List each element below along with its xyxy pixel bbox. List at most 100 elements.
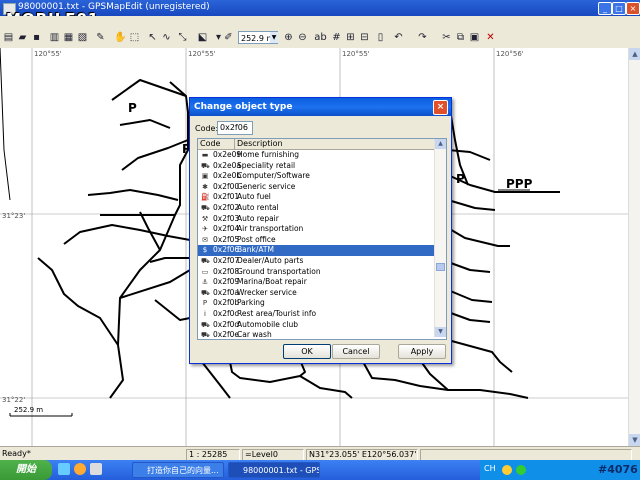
list-scroll-down-icon[interactable]: ▼ (435, 327, 446, 337)
list-item-description: Auto fuel (237, 192, 271, 202)
taskbar-item-browser[interactable]: 打造你自己的向量... (132, 462, 224, 478)
list-item-description: Auto rental (237, 202, 279, 212)
hand-icon[interactable]: ✋ (114, 31, 127, 44)
list-item[interactable]: ▬ 0x2e09 Home furnishing (198, 150, 434, 161)
list-item-code: 0x2f0b (213, 298, 240, 308)
start-button[interactable]: 開始 (0, 460, 52, 480)
scroll-down-icon[interactable]: ▼ (629, 434, 640, 446)
labels-icon[interactable]: ab (314, 31, 327, 44)
cancel-button[interactable]: Cancel (332, 344, 380, 359)
list-item-description: Dealer/Auto parts (237, 255, 304, 265)
cut-icon[interactable]: ✂ (440, 31, 453, 44)
zoom-in-icon[interactable]: ⊕ (282, 31, 295, 44)
node-icon[interactable]: ⤡ (176, 31, 189, 44)
maximize-button[interactable]: □ (612, 2, 626, 15)
pen-icon[interactable]: ✐ (222, 31, 235, 44)
quicklaunch-desktop-icon[interactable] (58, 463, 70, 475)
list-item-code: 0x2f01 (213, 192, 240, 202)
chevron-down-icon[interactable]: ▼ (270, 32, 278, 43)
list-scrollbar[interactable]: ▲ ▼ (434, 139, 446, 337)
quicklaunch-browser-icon[interactable] (74, 463, 86, 475)
zoom-rect-icon[interactable]: ⬚ (128, 31, 141, 44)
transform-icon[interactable]: ⬕ (196, 31, 209, 44)
mail-icon: ✉ (202, 235, 208, 244)
scale-bar: 252.9 m (9, 406, 73, 417)
list-item[interactable]: P 0x2f0b Parking (198, 298, 434, 309)
list-item[interactable]: ▭ 0x2f08 Ground transportation (198, 267, 434, 278)
clip-icon[interactable]: ▯ (374, 31, 387, 44)
list-item[interactable]: ✉ 0x2f05 Post office (198, 235, 434, 246)
grid2-icon[interactable]: ⊞ (344, 31, 357, 44)
boat-icon: ⚓ (201, 278, 209, 287)
list-item[interactable]: i 0x2f0c Rest area/Tourist info (198, 309, 434, 320)
undo-icon[interactable]: ↶ (392, 31, 405, 44)
map-vertical-scrollbar[interactable]: ▲ ▼ (628, 48, 640, 446)
tray-network-icon[interactable] (516, 465, 526, 475)
list-item[interactable]: ✈ 0x2f04 Air transportation (198, 224, 434, 235)
save-icon[interactable]: ▪ (30, 31, 43, 44)
list-item[interactable]: ▣ 0x2e0b Computer/Software (198, 171, 434, 182)
list-item[interactable]: ⛟ 0x2f02 Auto rental (198, 203, 434, 214)
polyline-icon[interactable]: ∿ (160, 31, 173, 44)
list-item[interactable]: ⛟ 0x2f0e Car wash (198, 330, 434, 340)
list-scroll-up-icon[interactable]: ▲ (435, 139, 446, 149)
redo-icon[interactable]: ↷ (416, 31, 429, 44)
paste-icon[interactable]: ▣ (468, 31, 481, 44)
list-item[interactable]: $0x2f06 Bank/ATM (198, 245, 434, 256)
list-item[interactable]: ⛟ 0x2e0a Speciality retail (198, 161, 434, 172)
taskbar-item-gpsmapedit[interactable]: 98000001.txt - GPSM... (228, 462, 320, 478)
column-header-code[interactable]: Code (200, 139, 235, 149)
tool-icon[interactable]: ✎ (94, 31, 107, 44)
dialog-title-bar[interactable]: Change object type × (190, 98, 451, 116)
menu-bar[interactable] (0, 16, 640, 28)
language-indicator[interactable]: CH (484, 464, 496, 473)
coord-top-3: 120°55' (342, 50, 370, 58)
list-item-description: Parking (237, 298, 265, 308)
tray-icon[interactable] (502, 465, 512, 475)
svg-text:P: P (128, 101, 137, 115)
quicklaunch-explorer-icon[interactable] (90, 463, 102, 475)
list-item-description: Home furnishing (237, 150, 299, 159)
code-input[interactable]: 0x2f06 (217, 121, 253, 135)
list-item[interactable]: ✱ 0x2f00 Generic service (198, 182, 434, 193)
select-arrow-icon[interactable]: ↖ (146, 31, 159, 44)
carwash-icon: ⛟ (201, 331, 210, 340)
fuel-icon: ⛽ (201, 193, 210, 202)
list-item-code: 0x2f03 (213, 213, 240, 223)
grid-icon[interactable]: # (330, 31, 343, 44)
open-folder-icon[interactable]: ▰ (16, 31, 29, 44)
list-item[interactable]: ⛟ 0x2f07 Dealer/Auto parts (198, 256, 434, 267)
zoom-out-icon[interactable]: ⊖ (296, 31, 309, 44)
new-file-icon[interactable]: ▤ (2, 31, 15, 44)
watermark: #4076 (598, 463, 638, 476)
attach-icon[interactable]: ⊟ (358, 31, 371, 44)
toolbar: ▤ ▰ ▪ ▥ ▦ ▧ ✎ ✋ ⬚ ↖ ∿ ⤡ ⬕ ▾ ✐ ⊕ ⊖ ab # ⊞… (0, 28, 640, 49)
copy-icon[interactable]: ⧉ (454, 31, 467, 44)
apply-button[interactable]: Apply (398, 344, 446, 359)
dialog-close-icon[interactable]: × (433, 100, 448, 115)
close-button[interactable]: × (626, 2, 640, 15)
print-preview-icon[interactable]: ▦ (62, 31, 75, 44)
object-type-list[interactable]: Code Description ▬ 0x2e09 Home furnishing ⛟… (197, 138, 447, 340)
plane-icon: ✈ (202, 225, 208, 234)
print-icon[interactable]: ▥ (48, 31, 61, 44)
list-item-description: Generic service (237, 181, 296, 191)
list-item-code: 0x2f0d (213, 319, 240, 329)
list-scroll-thumb[interactable] (436, 263, 445, 271)
delete-icon[interactable]: ✕ (484, 31, 497, 44)
minimize-button[interactable]: _ (598, 2, 612, 15)
coord-left-1: 31°23' (2, 212, 25, 220)
list-item[interactable]: ⚒ 0x2f03 Auto repair (198, 214, 434, 225)
scroll-up-icon[interactable]: ▲ (629, 48, 640, 60)
list-item-description: Computer/Software (237, 171, 310, 181)
list-item[interactable]: ⛽ 0x2f01 Auto fuel (198, 192, 434, 203)
list-item[interactable]: ⛟ 0x2f0a Wrecker service (198, 288, 434, 299)
properties-icon[interactable]: ▧ (76, 31, 89, 44)
list-item[interactable]: ⛟ 0x2f0d Automobile club (198, 320, 434, 331)
ok-button[interactable]: OK (283, 344, 331, 359)
list-item[interactable]: ⚓ 0x2f09 Marina/Boat repair (198, 277, 434, 288)
list-item-description: Post office (237, 234, 276, 244)
list-item-code: 0x2f00 (213, 181, 240, 191)
column-header-description[interactable]: Description (237, 139, 283, 148)
list-item-description: Ground transportation (237, 266, 321, 276)
